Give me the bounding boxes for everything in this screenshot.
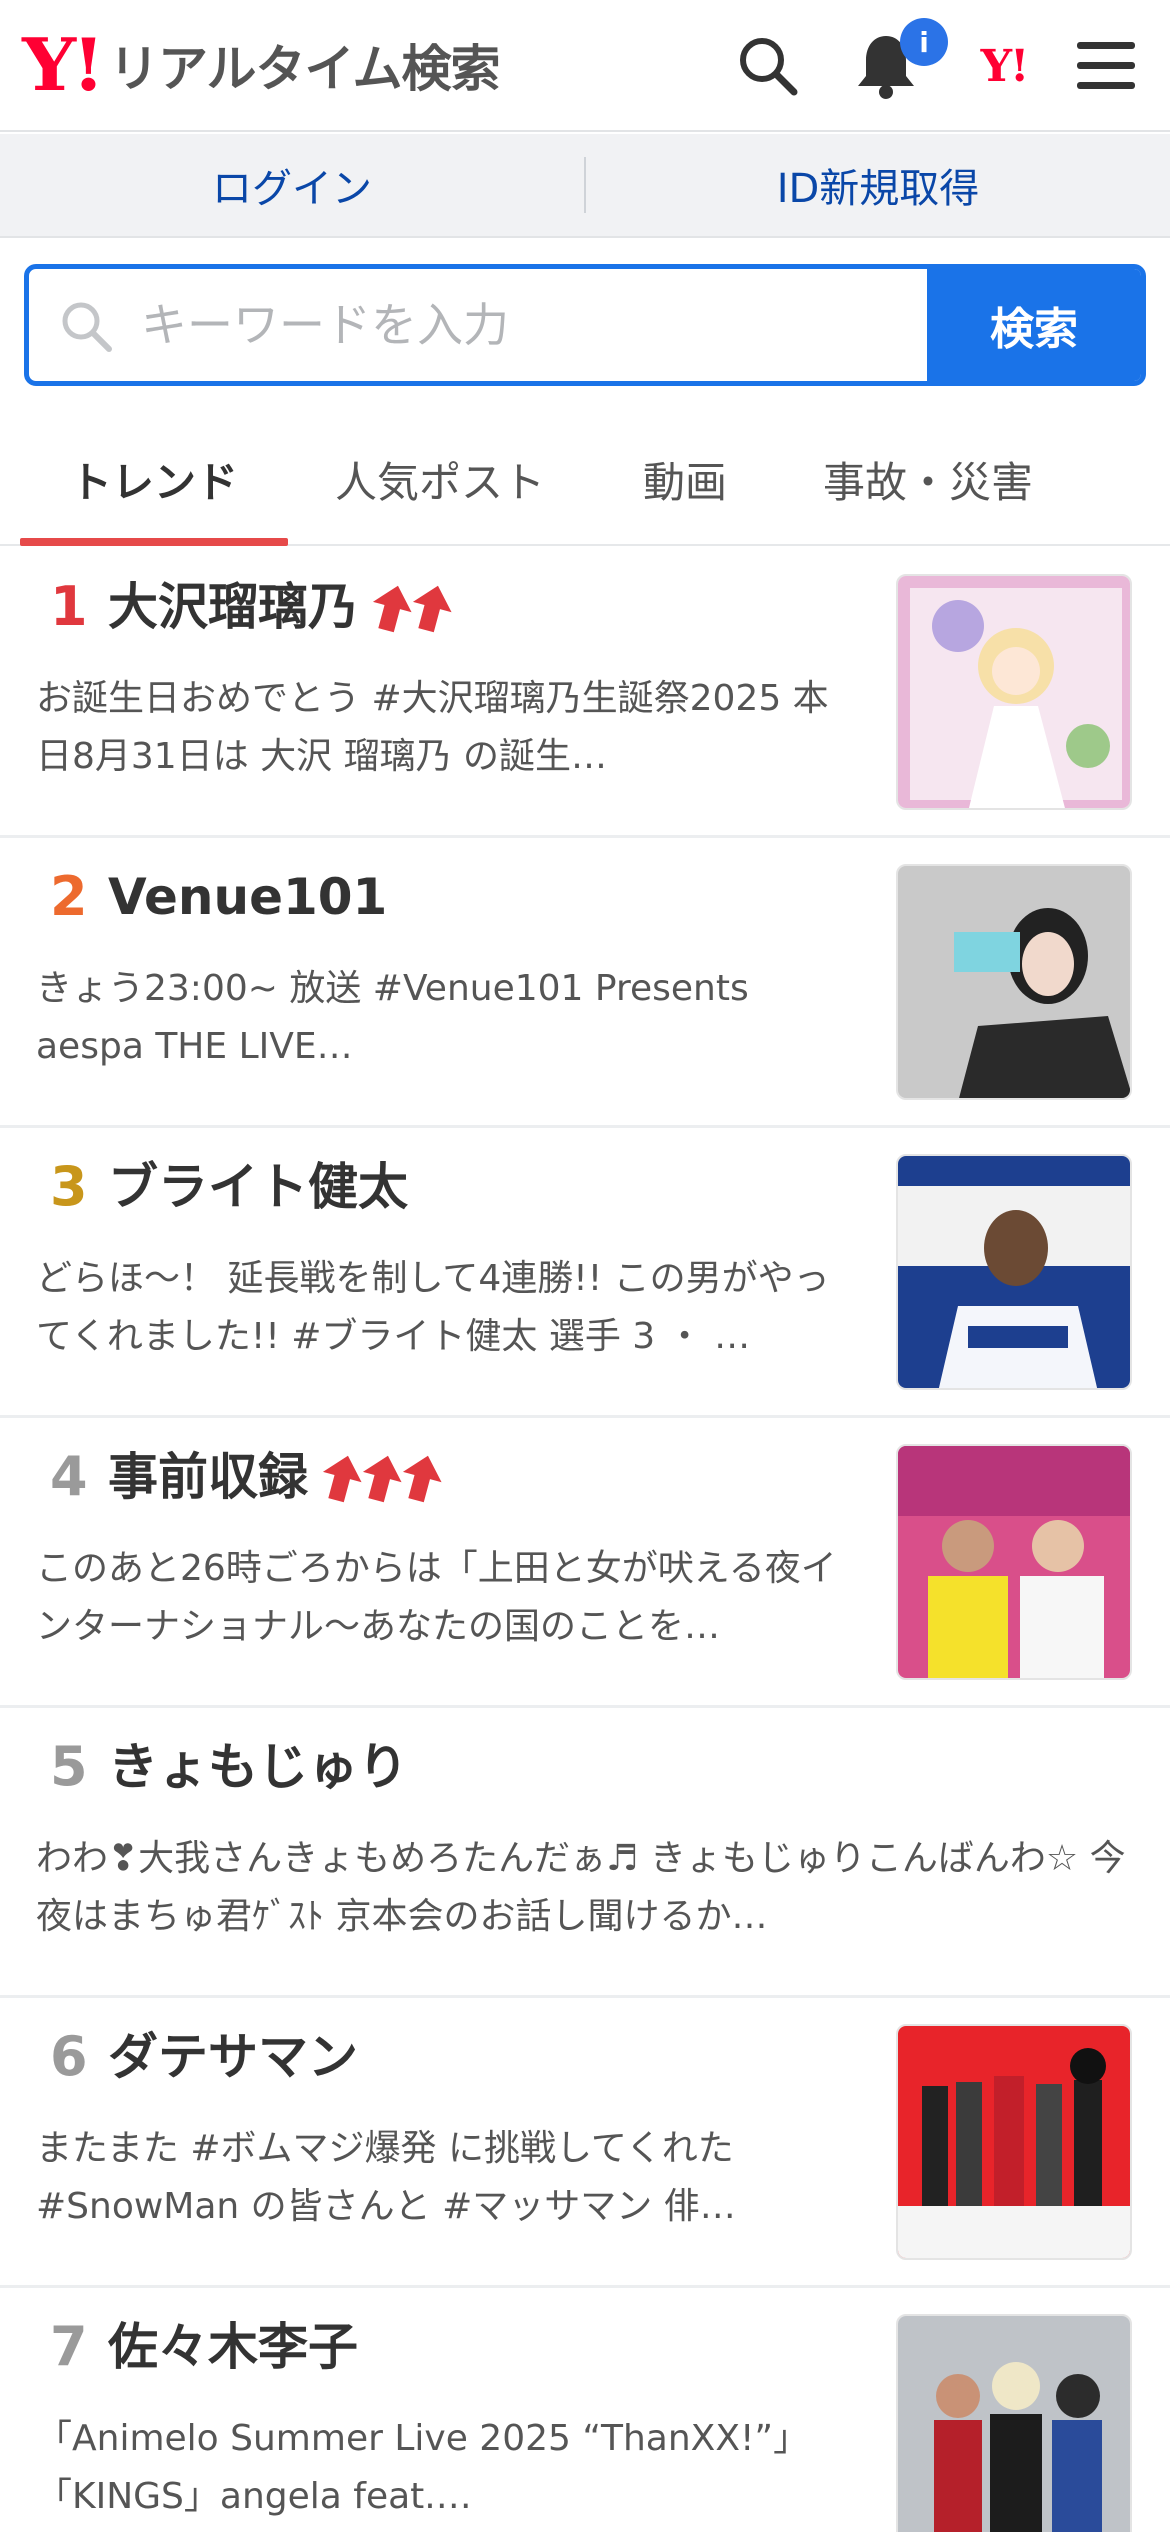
notification-badge: i [900, 18, 948, 66]
trend-title-row: ダテサマン [108, 2030, 358, 2085]
trend-thumbnail-image [896, 2314, 1132, 2532]
trend-thumbnail-image [896, 2024, 1132, 2260]
trend-item[interactable]: 6 ダテサマン またまた #ボムマジ爆発 に挑戦してくれた #SnowMan の… [0, 1998, 1170, 2288]
trend-rank: 4 [50, 1445, 88, 1508]
trend-item[interactable]: 2 Venue101 きょう23:00~ 放送 #Venue101 Presen… [0, 838, 1170, 1128]
trend-description: 「Animelo Summer Live 2025 “ThanXX!”」 「KI… [36, 2418, 810, 2517]
yahoo-japan-icon[interactable]: Y! [966, 28, 1042, 104]
trend-thumbnail-image [896, 864, 1132, 1100]
notification-bell-icon[interactable]: i [848, 18, 948, 104]
trend-item[interactable]: 4 事前収録 このあと26時ごろからは「上田と女が吠える夜インターナショナル〜あ… [0, 1418, 1170, 1708]
search-icon[interactable] [730, 28, 806, 104]
tab-trend[interactable]: トレンド [20, 412, 288, 546]
trend-title: 事前収録 [108, 1448, 308, 1506]
trend-title-row: ブライト健太 [108, 1160, 408, 1215]
app-header: Y! リアルタイム検索 i Y! [0, 0, 1170, 132]
login-link[interactable]: ログイン [0, 156, 584, 214]
trend-rank: 6 [50, 2025, 88, 2088]
trend-description: またまた #ボムマジ爆発 に挑戦してくれた #SnowMan の皆さんと #マッ… [36, 2128, 736, 2227]
trend-description: どらほ〜！ 延長戦を制して4連勝!! この男がやってくれました!! #ブライト健… [36, 1258, 830, 1357]
trend-item[interactable]: 1 大沢瑠璃乃 お誕生日おめでとう #大沢瑠璃乃生誕祭2025 本日8月31日は… [0, 548, 1170, 838]
trend-title-row: きょもじゅり [108, 1740, 408, 1795]
logo-mark: Y! [22, 22, 105, 107]
trend-title-row: 大沢瑠璃乃 [108, 578, 452, 636]
rising-arrows-icon [320, 1453, 442, 1503]
trend-title: Venue101 [108, 868, 388, 926]
hamburger-menu-icon[interactable] [1068, 28, 1144, 104]
tab-popular-posts[interactable]: 人気ポスト [306, 412, 574, 546]
trend-list: 1 大沢瑠璃乃 お誕生日おめでとう #大沢瑠璃乃生誕祭2025 本日8月31日は… [0, 548, 1170, 2532]
trend-item[interactable]: 3 ブライト健太 どらほ〜！ 延長戦を制して4連勝!! この男がやってくれました… [0, 1128, 1170, 1418]
trend-title-row: 佐々木李子 [108, 2320, 358, 2375]
trend-item[interactable]: 5 きょもじゅり わわ❣大我さんきょもめろたんだぁ♬ きょもじゅりこんばんわ☆ … [0, 1708, 1170, 1998]
trend-title: きょもじゅり [108, 1738, 408, 1796]
rising-arrows-icon [370, 583, 452, 633]
trend-rank: 1 [50, 575, 88, 638]
trend-thumbnail-image [896, 574, 1132, 810]
trend-rank: 7 [50, 2315, 88, 2378]
trend-thumbnail-image [896, 1154, 1132, 1390]
trend-title-row: 事前収録 [108, 1448, 442, 1506]
trend-description: わわ❣大我さんきょもめろたんだぁ♬ きょもじゅりこんばんわ☆ 今夜はまちゅ君ｹﾞ… [36, 1838, 1126, 1937]
tab-videos[interactable]: 動画 [590, 412, 780, 546]
active-tab-indicator [20, 538, 288, 546]
trend-title: ブライト健太 [108, 1158, 408, 1216]
logo-text: リアルタイム検索 [109, 40, 500, 98]
trend-rank: 5 [50, 1735, 88, 1798]
trend-item[interactable]: 7 佐々木李子 「Animelo Summer Live 2025 “ThanX… [0, 2288, 1170, 2532]
trend-title: ダテサマン [108, 2028, 358, 2086]
trend-description: このあと26時ごろからは「上田と女が吠える夜インターナショナル〜あなたの国のこと… [36, 1548, 837, 1647]
trend-rank: 3 [50, 1155, 88, 1218]
trend-title: 佐々木李子 [108, 2318, 358, 2376]
search-bar: 検索 [24, 264, 1146, 386]
trend-title-row: Venue101 [108, 870, 387, 925]
yahoo-mark: Y! [980, 40, 1030, 92]
trend-rank: 2 [50, 865, 88, 928]
category-tabs: トレンド 人気ポスト 動画 事故・災害 [0, 412, 1170, 546]
yahoo-realtime-logo[interactable]: Y! リアルタイム検索 [22, 22, 500, 107]
register-link[interactable]: ID新規取得 [586, 156, 1170, 214]
trend-thumbnail-image [896, 1444, 1132, 1680]
trend-description: きょう23:00~ 放送 #Venue101 Presents aespa TH… [36, 968, 749, 1067]
search-input[interactable] [29, 269, 927, 381]
search-field-wrap [29, 269, 927, 381]
account-bar: ログイン ID新規取得 [0, 134, 1170, 238]
trend-title: 大沢瑠璃乃 [108, 578, 358, 636]
trend-description: お誕生日おめでとう #大沢瑠璃乃生誕祭2025 本日8月31日は 大沢 瑠璃乃 … [36, 678, 829, 777]
search-button[interactable]: 検索 [927, 269, 1141, 381]
search-field-icon [59, 299, 113, 357]
tab-accidents-disasters[interactable]: 事故・災害 [800, 412, 1056, 546]
